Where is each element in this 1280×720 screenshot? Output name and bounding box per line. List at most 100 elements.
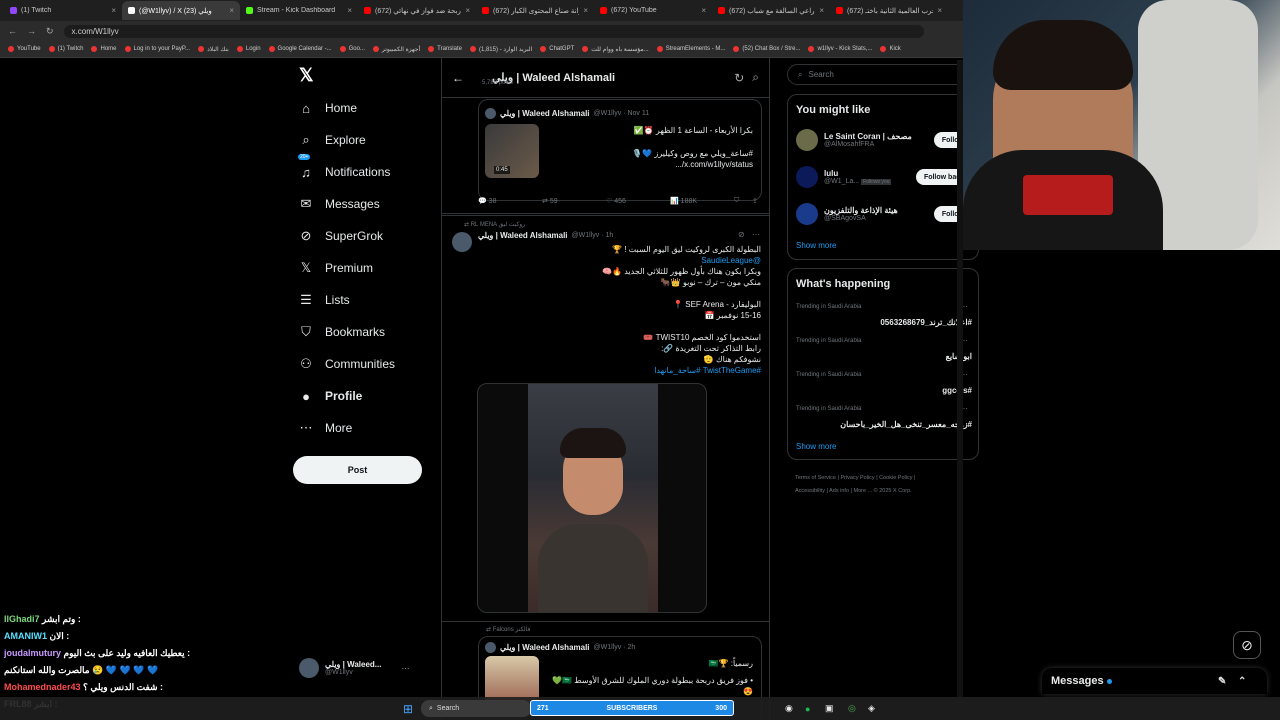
more-icon[interactable]: ⋯ [752, 230, 760, 239]
close-icon[interactable]: × [229, 6, 234, 15]
bookmark-item[interactable]: (1) Twitch [48, 46, 83, 52]
bookmark-item[interactable]: Home [91, 46, 117, 52]
sidebar-item-lists[interactable]: ☰ Lists [298, 287, 350, 313]
browser-tab[interactable]: Stream - Kick Dashboard × [240, 1, 358, 20]
close-icon[interactable]: × [111, 6, 116, 15]
trend-item[interactable]: Trending in Saudi Arabia #زوجه_معسر_تنخى_… [796, 404, 972, 429]
sidebar-item-messages[interactable]: ✉ Messages [298, 191, 380, 217]
compose-message-icon[interactable]: ✎ [1218, 676, 1226, 687]
bookmark-item[interactable]: Log in to your PayP... [124, 46, 190, 52]
bookmark-item[interactable]: w1llyv - Kick Stats,... [808, 46, 872, 52]
bookmark-item[interactable]: YouTube [8, 46, 41, 52]
grok-icon[interactable]: ⊘ [1233, 631, 1261, 659]
back-arrow-icon[interactable]: ← [452, 71, 464, 85]
close-icon[interactable]: × [819, 6, 824, 15]
expand-icon[interactable]: ⌃ [1238, 676, 1246, 687]
bookmark-item[interactable]: مؤسسة باه ووام للت... [582, 46, 649, 53]
like-button[interactable]: ♡ 456 [606, 197, 626, 205]
tweet-line[interactable]: @SaudieLeague [501, 255, 761, 266]
bookmark-item[interactable]: Goo... [339, 46, 365, 52]
close-icon[interactable]: × [583, 6, 588, 15]
bookmark-item[interactable]: Login [236, 46, 261, 52]
browser-tab[interactable]: (672) من راعي السالفة مع شباب × [712, 1, 830, 20]
sidebar-item-profile[interactable]: ● Profile [298, 383, 362, 409]
post-button[interactable]: Post [293, 456, 422, 484]
tweet-line: رابط التذاكر تحت التغريدة 🔗: [661, 344, 761, 353]
reload-icon[interactable]: ↻ [46, 26, 54, 37]
browser-tab[interactable]: (672) ميزانة صناع المحتوى الكبار × [476, 1, 594, 20]
close-icon[interactable]: × [465, 6, 470, 15]
follow-suggestion[interactable]: lulu @W1_La... Follows you [796, 166, 892, 188]
x-logo-icon[interactable]: 𝕏 [299, 65, 314, 86]
views-button[interactable]: 📊 188K [670, 197, 697, 205]
tweet-line[interactable]: #TwistTheGame #ساحة_مانهدا [501, 365, 761, 376]
avatar [485, 108, 496, 119]
taskbar-app-icon[interactable]: ▣ [825, 703, 834, 714]
browser-tab[interactable]: (672) دربحة ضد فواز في نهائي × [358, 1, 476, 20]
trend-topic: #اعلانك_ترند_0563268679 [880, 318, 972, 327]
video-player[interactable] [477, 383, 707, 613]
trend-item[interactable]: Trending in Saudi Arabia ابو شايع ⋯ [796, 336, 972, 361]
url-field[interactable]: x.com/W1llyv [63, 24, 924, 38]
back-icon[interactable]: ← [8, 26, 17, 36]
repost-button[interactable]: ⇄ 59 [542, 197, 558, 205]
chat-message: joudalmutury يعطيك العافيه وليد على بث ا… [4, 648, 190, 659]
refresh-icon[interactable]: ↻ [734, 71, 744, 85]
windows-start-icon[interactable]: ⊞ [403, 702, 413, 716]
bookmark-item[interactable]: (52) Chat Box / Stre... [733, 46, 800, 52]
show-more-link[interactable]: Show more [796, 442, 836, 451]
bookmark-item[interactable]: Kick [880, 46, 901, 52]
share-icon[interactable]: ⇪ [752, 197, 758, 205]
browser-tab[interactable]: (672) الحرب العالمية الثانية باختـ × [830, 1, 948, 20]
bookmark-item[interactable]: البريد الوارد - (1,815) [469, 46, 532, 53]
sidebar-item-explore[interactable]: ⌕ Explore [298, 127, 365, 153]
sidebar-item-more[interactable]: ⋯ More [298, 415, 353, 441]
bookmark-item[interactable]: بنك البلاد [198, 46, 229, 53]
sidebar-item-bookmarks[interactable]: ⛉ Bookmarks [298, 319, 385, 345]
bookmark-item[interactable]: Google Calendar -... [268, 46, 332, 52]
bookmarks-icon: ⛉ [301, 324, 311, 339]
taskbar-app-icon[interactable]: ◈ [868, 703, 875, 714]
spotify-icon[interactable]: ● [805, 704, 810, 714]
grok-icon[interactable]: ⊘ [738, 230, 745, 239]
bookmark-item[interactable]: ChatGPT [540, 46, 574, 52]
sidebar-item-supergrok[interactable]: ⊘ SuperGrok [298, 223, 383, 249]
taskbar-search[interactable]: ⌕ Search [421, 700, 531, 717]
forward-icon[interactable]: → [27, 26, 36, 36]
trend-item[interactable]: Trending in Saudi Arabia #ggccis ⋯ [796, 370, 972, 395]
sidebar-item-communities[interactable]: ⚇ Communities [298, 351, 395, 377]
show-more-link[interactable]: Show more [796, 241, 836, 250]
sidebar-item-notifications[interactable]: 20+ ♫ Notifications [298, 154, 390, 185]
bookmark-icon[interactable]: ⛉ [734, 197, 739, 205]
bookmark-item[interactable]: أجهزة الكمبيوتر [372, 46, 420, 53]
taskbar-app-icon[interactable]: ◉ [785, 703, 793, 714]
close-icon[interactable]: × [937, 6, 942, 15]
chrome-icon[interactable]: ◎ [848, 703, 856, 714]
messages-dock[interactable]: Messages ✎ ⌃ [1042, 668, 1267, 694]
sidebar-item-premium[interactable]: 𝕏 Premium [298, 255, 373, 281]
trend-item[interactable]: Trending in Saudi Arabia #اعلانك_ترند_056… [796, 302, 972, 327]
sidebar-item-home[interactable]: ⌂ Home [298, 95, 357, 121]
reply-button[interactable]: 💬 38 [478, 197, 496, 205]
premium-icon: 𝕏 [300, 260, 312, 275]
tab-favicon-icon [718, 7, 725, 14]
footer-line[interactable]: Terms of Service | Privacy Policy | Cook… [795, 472, 975, 485]
bookmark-item[interactable]: StreamElements - M... [656, 46, 725, 52]
browser-tab[interactable]: (@W1llyv) / X ويلي (23) × [122, 1, 240, 20]
bookmark-favicon-icon [582, 46, 589, 52]
search-icon[interactable]: ⌕ [752, 70, 759, 85]
tweet-line: • فوز فريق دربحة ببطولة دوري الملوك للشر… [552, 676, 753, 696]
bookmark-item[interactable]: Translate [428, 46, 462, 52]
video-thumbnail[interactable]: 0:45 [485, 124, 539, 178]
browser-tab[interactable]: (672) YouTube × [594, 1, 712, 20]
quoted-tweet[interactable]: ويلي | Waleed Alshamali @W1llyv · Nov 11… [478, 99, 762, 201]
tweet-link[interactable]: x.com/w1llyv/status/... [543, 159, 753, 170]
search-input[interactable]: ⌕ Search [787, 64, 977, 85]
close-icon[interactable]: × [347, 6, 352, 15]
follow-suggestion[interactable]: هيئة الإذاعة والتلفزيون @SBAgovSA [796, 203, 898, 225]
footer-line[interactable]: Accessibility | Ads info | More ... © 20… [795, 485, 975, 498]
browser-tab[interactable]: (1) Twitch × [4, 1, 122, 20]
avatar[interactable] [452, 232, 472, 252]
close-icon[interactable]: × [701, 6, 706, 15]
follow-suggestion[interactable]: Le Saint Coran | مصحف @AlMosahfFRA [796, 129, 912, 151]
